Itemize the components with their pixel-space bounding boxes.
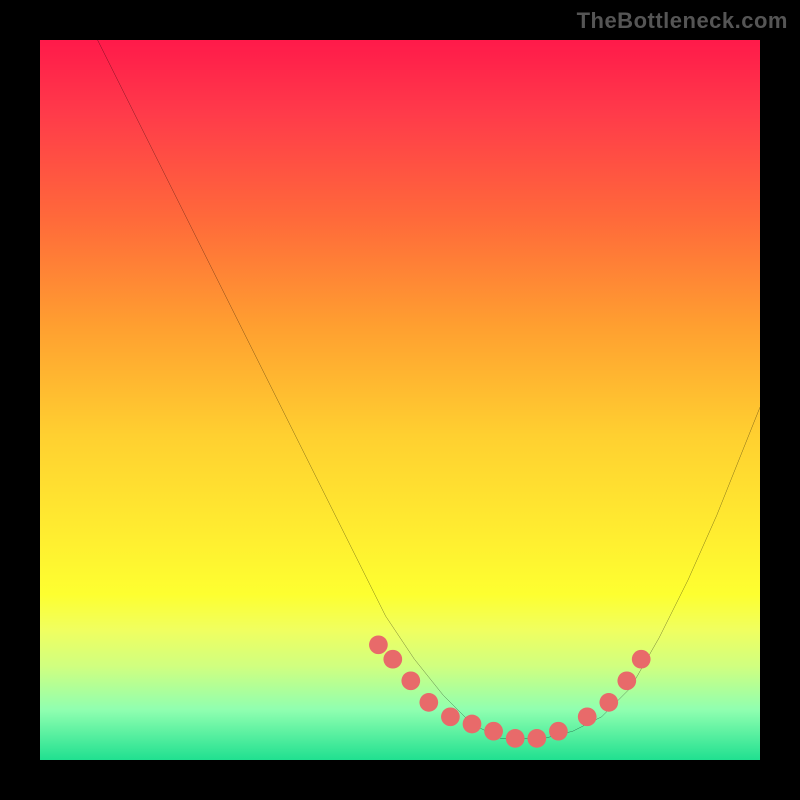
marker-point [463,715,482,734]
marker-point [549,722,568,741]
marker-point [506,729,525,748]
chart-container: TheBottleneck.com [0,0,800,800]
marker-point [484,722,503,741]
curve-svg [40,40,760,760]
marker-point [419,693,438,712]
marker-point [383,650,402,669]
marker-point [632,650,651,669]
marker-point [578,707,597,726]
marker-point [369,635,388,654]
plot-area [40,40,760,760]
bottleneck-curve [98,40,760,738]
marker-point [617,671,636,690]
highlight-markers [369,635,651,747]
marker-point [527,729,546,748]
marker-point [441,707,460,726]
watermark-text: TheBottleneck.com [577,8,788,34]
marker-point [599,693,618,712]
marker-point [401,671,420,690]
